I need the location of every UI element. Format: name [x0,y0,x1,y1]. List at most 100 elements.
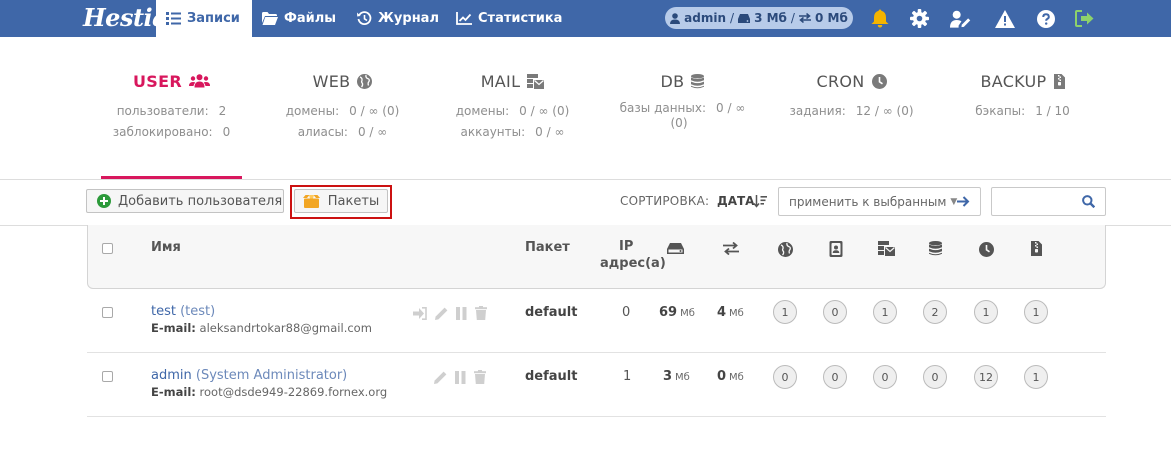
globe-icon[interactable] [778,242,793,257]
bandwidth-arrows-icon [798,13,811,23]
select-all-checkbox[interactable] [102,243,113,254]
row-db-count: 0 [923,365,947,389]
header-name[interactable]: Имя [151,240,181,255]
hdd-icon [738,13,751,23]
row-checkbox[interactable] [102,371,113,382]
stat-mail-tab[interactable]: MAIL домены: 0 / ∞ (0) аккаунты: 0 / ∞ [442,68,583,143]
account-bandwidth: 0 Мб [814,11,848,25]
nav-files[interactable]: Файлы [262,0,336,37]
bulk-action-select[interactable]: применить к выбранным ▼ [778,187,981,216]
account-username: admin [684,11,727,25]
nav-records[interactable]: Записи [156,0,252,37]
help-button[interactable] [1035,8,1056,29]
row-bandwidth-unit: Мб [729,308,744,319]
stat-cron-jobs-label: задания: [789,104,846,118]
user-email: E-mail: root@dsde949-22869.fornex.org [151,385,387,399]
packages-button[interactable]: Пакеты [294,189,388,213]
row-dns-count: 0 [823,300,847,324]
notifications-button[interactable] [869,8,890,29]
stat-user-tab[interactable]: USER пользователи: 2 заблокировано: 0 [101,68,242,143]
settings-button[interactable] [909,8,930,29]
account-disk: 3 Мб [754,11,787,25]
user-username[interactable]: test [151,304,176,319]
row-checkbox[interactable] [102,307,113,318]
warnings-button[interactable] [994,8,1015,29]
nav-statistics[interactable]: Статистика [456,0,562,37]
user-icon [670,12,681,24]
row-disk-unit: Мб [680,308,695,319]
search-input[interactable] [998,189,1084,215]
row-ip-count: 1 [623,369,632,384]
user-display-name: (System Administrator) [195,368,348,383]
user-display-name: (test) [180,304,216,319]
stat-db-databases-value: 0 / ∞ [716,101,746,115]
stat-user-blocked-label: заблокировано: [112,125,213,139]
stat-db-title: DB [660,71,685,91]
user-link[interactable]: test (test) [151,304,215,319]
stat-backup-count-label: бэкапы: [975,104,1026,118]
trash-icon[interactable] [474,370,486,384]
row-disk-unit: Мб [675,372,690,383]
header-ip-line2[interactable]: адрес(а) [600,256,666,271]
stat-web-tab[interactable]: WEB домены: 0 / ∞ (0) алиасы: 0 / ∞ [272,68,413,143]
add-user-button[interactable]: Добавить пользователя [86,189,284,213]
sort-label: СОРТИРОВКА: [620,194,710,208]
stat-backup-count-value: 1 / 10 [1035,104,1070,118]
stat-user-users-label: пользователи: [116,104,209,118]
sort-desc-icon[interactable] [754,195,767,208]
stat-web-title: WEB [312,71,351,91]
arrow-right-icon[interactable] [957,195,970,208]
header-ip-line1[interactable]: IP [619,239,633,254]
top-navigation-bar: Hestia Записи Файлы Журнал Статистика ad… [0,0,1171,37]
hestia-logo[interactable]: Hestia [83,3,168,33]
account-summary[interactable]: admin / 3 Мб / 0 Мб [665,7,853,29]
stat-cron-title: CRON [816,71,865,91]
stat-backup-tab[interactable]: BACKUP бэкапы: 1 / 10 [952,68,1093,122]
nav-files-label: Файлы [284,11,337,26]
search-icon[interactable] [1082,195,1095,208]
hdd-icon[interactable] [667,243,684,254]
stat-cron-jobs-value: 12 / ∞ (0) [855,104,914,118]
help-icon [1036,9,1055,28]
row-bandwidth: 0 Мб [717,369,744,384]
bandwidth-arrows-icon[interactable] [723,242,739,255]
database-icon[interactable] [929,241,942,256]
row-backup-count: 1 [1024,365,1048,389]
sort-value[interactable]: ДАТА [717,194,754,208]
row-divider [87,352,1106,353]
user-link[interactable]: admin (System Administrator) [151,368,347,383]
stat-db-tab[interactable]: DB базы данных: 0 / ∞ (0) [612,68,753,131]
header-package[interactable]: Пакет [525,240,570,255]
trash-icon[interactable] [475,306,487,320]
logout-button[interactable] [1074,8,1095,29]
stat-cron-tab[interactable]: CRON задания: 12 / ∞ (0) [781,68,922,122]
row-bandwidth-value: 4 [717,305,727,320]
add-user-label: Добавить пользователя [118,193,283,209]
user-email-label: E-mail: [151,385,196,399]
gear-icon [910,9,929,28]
login-as-icon[interactable] [413,306,427,320]
stat-mail-domains-label: домены: [455,104,510,118]
chart-line-icon [456,12,472,25]
package-icon [302,194,320,208]
pause-icon[interactable] [455,370,466,384]
nav-journal[interactable]: Журнал [357,0,439,37]
row-actions [413,306,487,320]
stat-user-users-value: 2 [218,104,227,118]
pencil-icon[interactable] [435,307,448,320]
user-username[interactable]: admin [151,368,192,383]
pause-icon[interactable] [456,306,467,320]
row-mail-count: 1 [873,300,897,324]
mail-stack-icon[interactable] [878,241,895,256]
stat-user-blocked-value: 0 [222,125,231,139]
user-edit-icon [950,10,971,28]
user-email-value: root@dsde949-22869.fornex.org [199,385,388,399]
address-book-icon[interactable] [829,241,843,257]
row-disk: 3 Мб [663,369,690,384]
file-archive-icon[interactable] [1031,241,1042,256]
clock-icon[interactable] [979,242,994,257]
user-edit-button[interactable] [950,8,971,29]
row-dns-count: 0 [823,365,847,389]
bell-icon [871,9,888,28]
pencil-icon[interactable] [434,371,447,384]
